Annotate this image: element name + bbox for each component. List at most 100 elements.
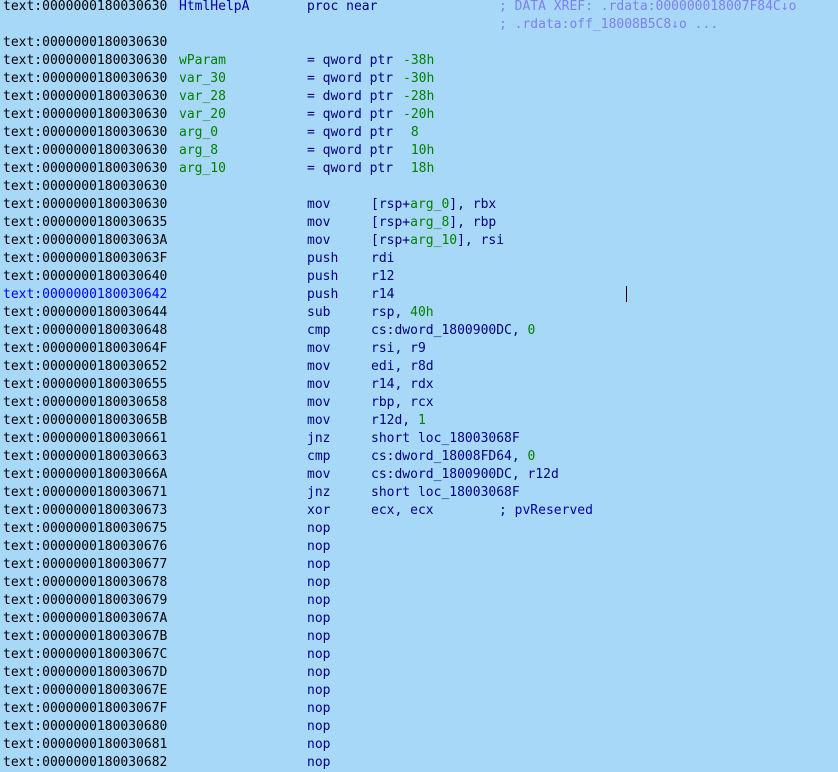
mnemonic: nop xyxy=(307,755,331,770)
line-address: text:0000000180030658 xyxy=(3,395,168,410)
line-address: text:000000018003067D xyxy=(3,665,168,680)
mnemonic: mov xyxy=(307,341,331,356)
mnemonic: cmp xyxy=(307,449,331,464)
operands[interactable]: rbp, rcx xyxy=(371,394,434,412)
disassembly-view[interactable]: text:0000000180030630 HtmlHelpA proc nea… xyxy=(0,0,838,770)
operand-text: cs:dword_18008FD64, xyxy=(371,449,528,464)
line-address: text:0000000180030630 xyxy=(3,107,168,122)
line-address: text:0000000180030640 xyxy=(3,269,168,284)
stack-var-offset: -28h xyxy=(403,89,435,104)
stack-var-type: = qword ptr xyxy=(307,125,394,140)
line-address: text:000000018003066A xyxy=(3,467,168,482)
operand-text: cs:dword_1800900DC, xyxy=(371,323,528,338)
line-address: text:0000000180030673 xyxy=(3,503,168,518)
operands[interactable]: rsi, r9 xyxy=(371,340,426,358)
listing-line[interactable]: text:0000000180030630 HtmlHelpA proc nea… xyxy=(0,0,796,16)
mnemonic: nop xyxy=(307,611,331,626)
operand-text: short loc_18003068F xyxy=(371,485,520,500)
line-address: text:0000000180030630 xyxy=(3,71,168,86)
operands[interactable]: ecx, ecx xyxy=(371,502,434,520)
mnemonic: push xyxy=(307,287,339,302)
operand-text: [rsp+ xyxy=(371,233,411,248)
operand-text: ], rbp xyxy=(449,215,497,230)
line-address: text:000000018003064F xyxy=(3,341,168,356)
listing-line[interactable]: text:0000000180030630 xyxy=(0,178,167,196)
line-address: text:0000000180030630 xyxy=(3,125,168,140)
mnemonic: mov xyxy=(307,215,331,230)
mnemonic: mov xyxy=(307,233,331,248)
mnemonic: nop xyxy=(307,629,331,644)
operands[interactable]: r12d, 1 xyxy=(371,412,426,430)
stack-var-name[interactable]: arg_0 xyxy=(179,124,218,142)
stack-var-name[interactable]: var_28 xyxy=(179,88,226,106)
mnemonic: nop xyxy=(307,575,331,590)
operand-text: ], rsi xyxy=(457,233,505,248)
stack-var-name[interactable]: arg_8 xyxy=(179,142,218,160)
operands[interactable]: edi, r8d xyxy=(371,358,434,376)
operands[interactable]: cs:dword_1800900DC, r12d xyxy=(371,466,559,484)
mnemonic: cmp xyxy=(307,323,331,338)
listing-line[interactable]: ; .rdata:off_18008B5C8↓o ... xyxy=(0,16,718,34)
operand-text: r12 xyxy=(371,269,395,284)
operand-highlight: 0 xyxy=(527,323,536,338)
operands[interactable]: [rsp+arg_10], rsi xyxy=(371,232,504,250)
line-address: text:000000018003067C xyxy=(3,647,168,662)
operand-text: ], rbx xyxy=(449,197,497,212)
mnemonic: nop xyxy=(307,665,331,680)
operand-text: edi, r8d xyxy=(371,359,434,374)
operands[interactable]: cs:dword_1800900DC, 0 xyxy=(371,322,535,340)
mnemonic: mov xyxy=(307,395,331,410)
line-address: text:000000018003067F xyxy=(3,701,168,716)
operands[interactable]: rdi xyxy=(371,250,394,268)
function-name[interactable]: HtmlHelpA xyxy=(179,0,249,16)
operands[interactable]: r14, rdx xyxy=(371,376,434,394)
operand-highlight: arg_8 xyxy=(410,215,450,230)
line-address: text:0000000180030679 xyxy=(3,593,168,608)
xref-comment[interactable]: ; DATA XREF: .rdata:000000018007F84C↓o xyxy=(499,0,796,16)
line-address: text:0000000180030661 xyxy=(3,431,168,446)
operands[interactable]: short loc_18003068F xyxy=(371,430,520,448)
stack-var-offset: -30h xyxy=(403,71,435,86)
mnemonic: nop xyxy=(307,521,331,536)
operands[interactable]: r12 xyxy=(371,268,394,286)
mnemonic: nop xyxy=(307,737,331,752)
mnemonic: nop xyxy=(307,701,331,716)
stack-var-type: = qword ptr xyxy=(307,71,394,86)
operand-highlight: arg_10 xyxy=(410,233,458,248)
proc-declaration: proc near xyxy=(307,0,378,14)
stack-var-offset: -20h xyxy=(403,107,435,122)
line-address: text:0000000180030648 xyxy=(3,323,168,338)
stack-var-name[interactable]: arg_10 xyxy=(179,160,226,178)
operand-text: r14 xyxy=(371,287,395,302)
line-address: text:0000000180030630 xyxy=(3,35,168,50)
line-address: text:0000000180030680 xyxy=(3,719,168,734)
line-address: text:0000000180030630 xyxy=(3,197,168,212)
stack-var-name[interactable]: var_30 xyxy=(179,70,226,88)
line-address: text:000000018003063F xyxy=(3,251,168,266)
line-address: text:0000000180030630 xyxy=(3,53,168,68)
operand-highlight: 40h xyxy=(410,305,434,320)
operands[interactable]: rsp, 40h xyxy=(371,304,434,322)
listing-line[interactable]: text:0000000180030630 xyxy=(0,34,167,52)
line-address: text:0000000180030676 xyxy=(3,539,168,554)
stack-var-type: = dword ptr xyxy=(307,89,394,104)
operand-text: rbp, rcx xyxy=(371,395,434,410)
line-address: text:000000018003065B xyxy=(3,413,168,428)
mnemonic: xor xyxy=(307,503,331,518)
operands[interactable]: [rsp+arg_0], rbx xyxy=(371,196,496,214)
stack-var-name[interactable]: var_20 xyxy=(179,106,226,124)
xref-comment[interactable]: ; .rdata:off_18008B5C8↓o ... xyxy=(499,16,718,34)
mnemonic: jnz xyxy=(307,431,331,446)
operands[interactable]: cs:dword_18008FD64, 0 xyxy=(371,448,535,466)
line-address: text:0000000180030671 xyxy=(3,485,168,500)
operands[interactable]: short loc_18003068F xyxy=(371,484,520,502)
mnemonic: push xyxy=(307,269,339,284)
operand-highlight: 0 xyxy=(527,449,536,464)
operands[interactable]: r14 xyxy=(371,286,394,304)
operands[interactable]: [rsp+arg_8], rbp xyxy=(371,214,496,232)
line-address: text:000000018003063A xyxy=(3,233,168,248)
stack-var-offset: 8 xyxy=(403,125,419,140)
operand-text: rsp, xyxy=(371,305,411,320)
line-address: text:000000018003067E xyxy=(3,683,168,698)
stack-var-name[interactable]: wParam xyxy=(179,52,226,70)
